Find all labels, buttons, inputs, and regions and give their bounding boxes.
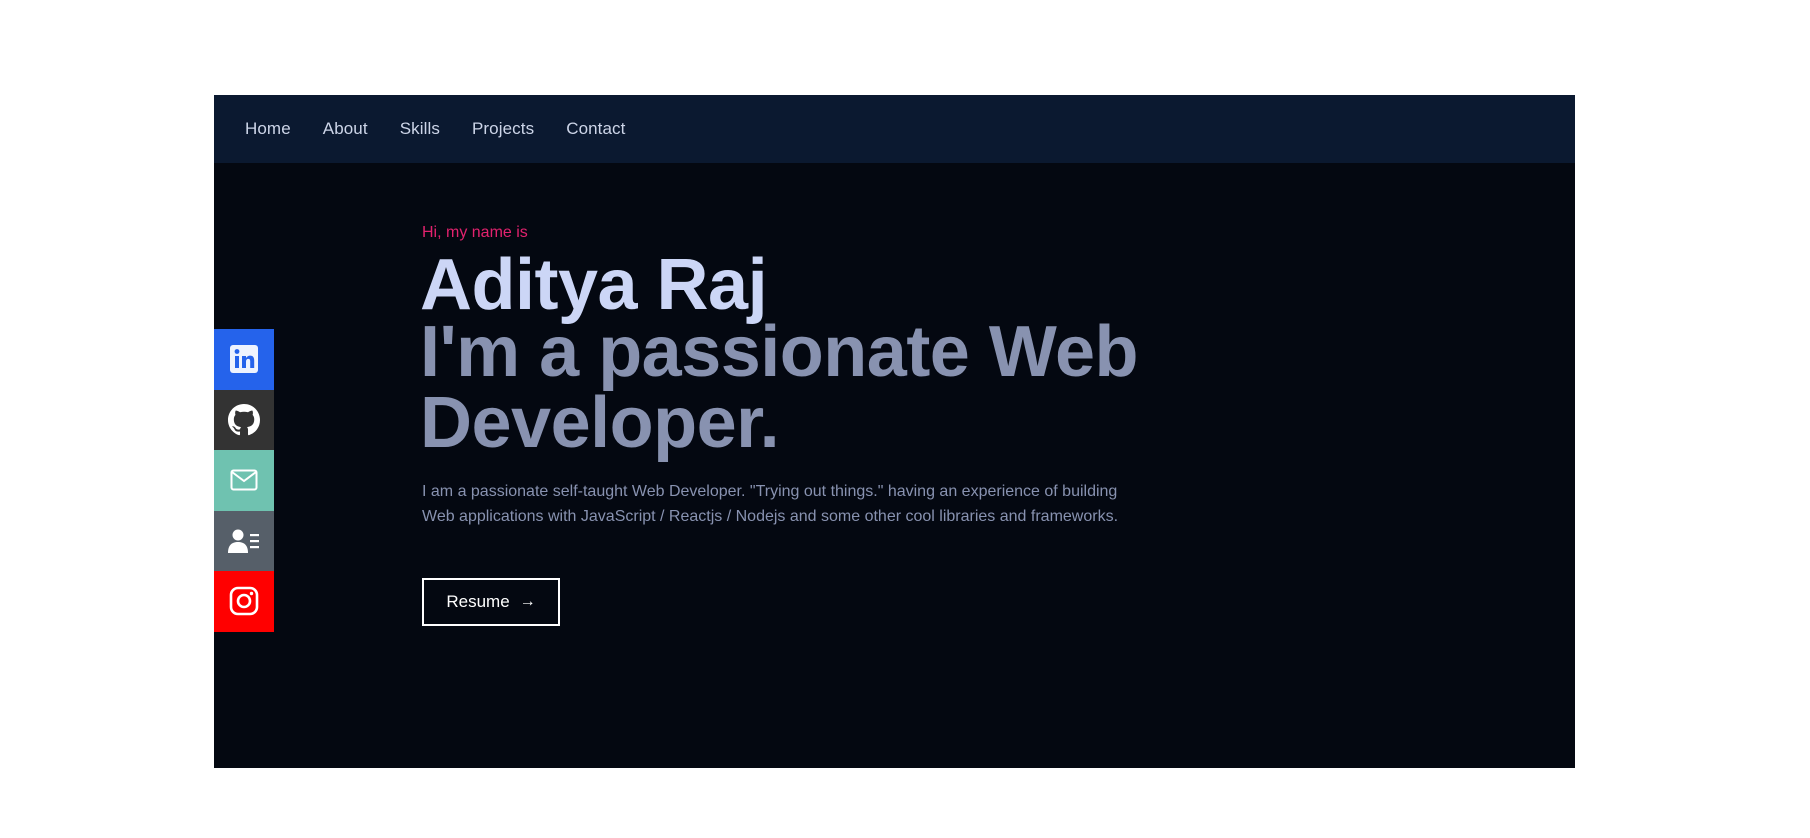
email-link[interactable] — [214, 450, 274, 511]
portfolio-page: Home About Skills Projects Contact Hi, m… — [214, 95, 1575, 768]
greeting-text: Hi, my name is — [422, 224, 528, 241]
mail-icon — [230, 469, 258, 491]
arrow-right-icon: → — [519, 593, 536, 610]
github-icon — [228, 403, 260, 435]
social-links-bar — [214, 329, 274, 632]
instagram-icon — [229, 586, 259, 616]
nav-projects-link[interactable]: Projects — [472, 119, 534, 139]
bio-text: I am a passionate self-taught Web Develo… — [422, 483, 1119, 525]
resume-button[interactable]: Resume → — [422, 578, 560, 626]
resume-button-label: Resume — [446, 592, 510, 611]
linkedin-link[interactable] — [214, 329, 274, 390]
nav-skills-link[interactable]: Skills — [400, 119, 440, 139]
nav-contact-link[interactable]: Contact — [566, 119, 625, 139]
github-link[interactable] — [214, 389, 274, 450]
contact-card-icon — [228, 529, 259, 553]
instagram-link[interactable] — [214, 571, 274, 632]
nav-home-link[interactable]: Home — [245, 119, 291, 139]
linkedin-icon — [230, 345, 258, 374]
tagline-heading: I'm a passionate Web Developer. — [420, 312, 1139, 463]
top-navbar: Home About Skills Projects Contact — [214, 95, 1575, 163]
nav-about-link[interactable]: About — [323, 119, 368, 139]
resume-contact-link[interactable] — [214, 510, 274, 571]
